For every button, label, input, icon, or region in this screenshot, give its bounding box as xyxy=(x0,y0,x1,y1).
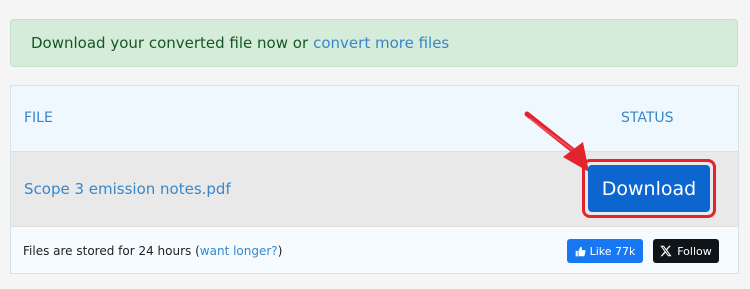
storage-note-text: Files are stored for 24 hours ( xyxy=(23,244,200,258)
page: Download your converted file now or conv… xyxy=(0,0,750,289)
table-header: FILE STATUS xyxy=(11,86,738,152)
follow-label: Follow xyxy=(677,244,712,258)
storage-note: Files are stored for 24 hours (want long… xyxy=(23,244,282,258)
facebook-like-button[interactable]: Like 77k xyxy=(567,239,643,263)
table-footer: Files are stored for 24 hours (want long… xyxy=(11,227,738,273)
convert-more-files-link[interactable]: convert more files xyxy=(313,34,449,52)
x-follow-button[interactable]: Follow xyxy=(653,239,719,263)
storage-note-close: ) xyxy=(277,244,283,258)
success-alert: Download your converted file now or conv… xyxy=(10,19,738,67)
want-longer-link[interactable]: want longer? xyxy=(200,244,278,258)
file-name-link[interactable]: Scope 3 emission notes.pdf xyxy=(24,180,231,198)
like-label: Like 77k xyxy=(589,244,636,258)
alert-message: Download your converted file now or xyxy=(31,34,309,52)
table-row: Scope 3 emission notes.pdf Download xyxy=(11,111,738,227)
thumbs-up-icon xyxy=(575,246,586,256)
x-logo-icon xyxy=(660,245,672,257)
column-header-file: FILE xyxy=(24,110,53,126)
column-header-status: STATUS xyxy=(621,110,674,126)
download-button[interactable]: Download xyxy=(588,165,710,212)
download-highlight: Download xyxy=(582,159,716,218)
file-table: FILE STATUS Scope 3 emission notes.pdf D… xyxy=(10,85,739,274)
